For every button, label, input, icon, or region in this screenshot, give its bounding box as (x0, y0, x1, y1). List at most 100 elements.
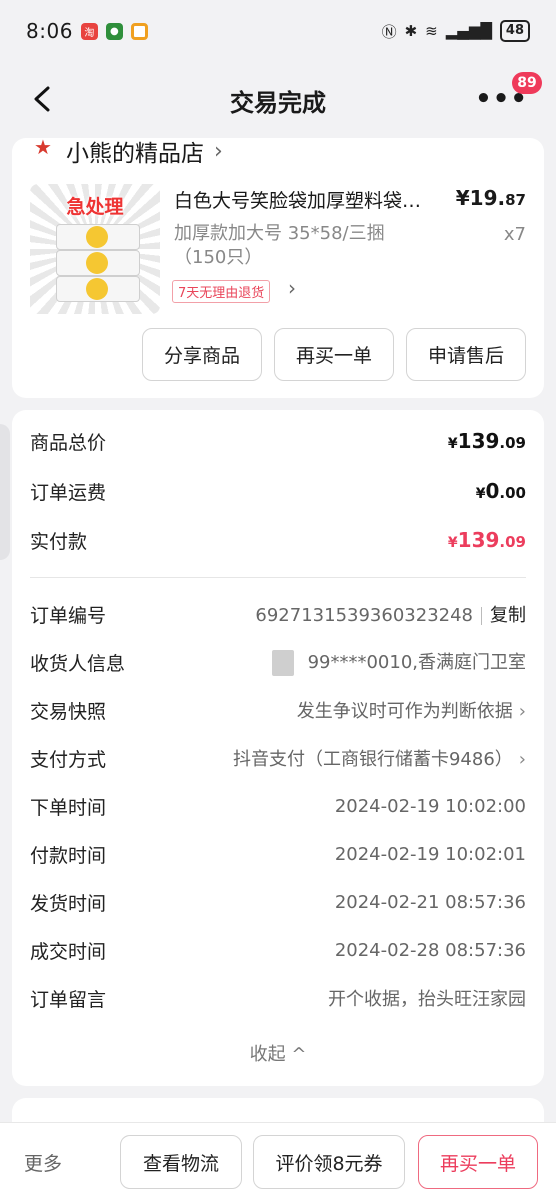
return-policy-badge[interactable]: 7天无理由退货 (172, 280, 271, 303)
deal-time-label: 成交时间 (30, 940, 107, 963)
bottom-action-bar: 更多 查看物流 评价领8元券 再买一单 (0, 1122, 556, 1200)
order-number-value: 6927131539360323248 复制 (255, 601, 526, 627)
deal-time-value: 2024-02-28 08:57:36 (334, 939, 526, 961)
ship-time-label: 发货时间 (30, 892, 107, 915)
price-main: ¥19. (455, 186, 506, 210)
payment-method-text: 抖音支付（工商银行储蓄卡9486） (232, 749, 513, 770)
status-bar: 8:06 淘 ● Ⓝ ✱ ≋ ▂▄▆█ 48 (0, 0, 556, 62)
smiley-icon (86, 252, 108, 274)
more-icon[interactable]: ••• (475, 86, 528, 112)
receiver-value: 99****0010,香满庭门卫室 (271, 648, 526, 676)
nav-bar: 交易完成 ••• 89 (0, 62, 556, 138)
order-time-label: 下单时间 (30, 796, 107, 819)
nfc-icon: Ⓝ (381, 22, 397, 41)
page-title: 交易完成 (230, 89, 326, 117)
goods-total-row: 商品总价 ¥139.09 (30, 426, 526, 456)
app-notification-icon (130, 22, 148, 40)
product-quantity: x7 (503, 224, 526, 245)
order-time-value: 2024-02-19 10:02:00 (334, 795, 526, 817)
amount-dec: .09 (499, 533, 526, 551)
snapshot-label: 交易快照 (30, 700, 107, 723)
smiley-icon (86, 278, 108, 300)
product-spec: 加厚款加大号 35*58/三捆（150只） (174, 223, 385, 268)
product-image[interactable]: 急处理 (30, 184, 160, 314)
snapshot-row[interactable]: 交易快照 发生争议时可作为判断依据 › (30, 695, 526, 725)
paid-label: 实付款 (30, 530, 88, 553)
copy-button[interactable]: 复制 (490, 605, 526, 626)
payment-method-value: 抖音支付（工商银行储蓄卡9486） › (233, 745, 526, 771)
snapshot-text: 发生争议时可作为判断依据 (296, 701, 513, 722)
currency-symbol: ¥ (447, 535, 458, 551)
order-time-row: 下单时间 2024-02-19 10:02:00 (30, 791, 526, 821)
pay-time-row: 付款时间 2024-02-19 10:02:01 (30, 839, 526, 869)
paid-row: 实付款 ¥139.09 (30, 525, 526, 555)
snapshot-value: 发生争议时可作为判断依据 › (297, 697, 526, 723)
shop-header[interactable]: ★ 小熊的精品店 › (30, 138, 223, 167)
payment-method-row[interactable]: 支付方式 抖音支付（工商银行储蓄卡9486） › (30, 743, 526, 773)
app-notification-icon: ● (105, 22, 123, 40)
after-sale-button[interactable]: 申请售后 (406, 328, 526, 381)
shipping-label: 订单运费 (30, 481, 107, 504)
pay-time-value: 2024-02-19 10:02:01 (334, 843, 526, 865)
payment-method-label: 支付方式 (30, 748, 107, 771)
chevron-right-icon: › (518, 749, 526, 770)
amount-dec: .09 (499, 434, 526, 452)
review-coupon-button[interactable]: 评价领8元券 (253, 1135, 405, 1189)
chevron-right-icon[interactable]: › (288, 276, 296, 300)
order-note-value: 开个收据，抬头旺汪家园 (328, 989, 526, 1010)
chevron-right-icon: › (214, 138, 223, 164)
notification-badge: 89 (512, 72, 542, 94)
battery-icon: 48 (499, 20, 530, 42)
amount-int: 139 (457, 528, 500, 552)
amount-int: 0 (485, 479, 500, 503)
order-number-row: 订单编号 6927131539360323248 复制 (30, 599, 526, 629)
amount-int: 139 (457, 429, 500, 453)
ship-time-row: 发货时间 2024-02-21 08:57:36 (30, 887, 526, 917)
goods-total-value: ¥139.09 (448, 429, 526, 453)
image-promo-text: 急处理 (66, 196, 124, 218)
order-info-card: 商品总价 ¥139.09 订单运费 ¥0.00 实付款 ¥139.09 订单编号… (12, 410, 544, 1086)
side-handle[interactable] (0, 424, 10, 560)
amount-dec: .00 (499, 484, 526, 502)
price-decimal: 87 (505, 191, 526, 209)
order-note-label: 订单留言 (30, 988, 107, 1011)
divider (30, 577, 526, 578)
pay-time-label: 付款时间 (30, 844, 107, 867)
shipping-value: ¥0.00 (476, 479, 526, 503)
product-title[interactable]: 白色大号笑脸袋加厚塑料袋… (174, 186, 450, 213)
product-card: ★ 小熊的精品店 › 急处理 白色大号笑脸袋加厚塑料袋… ¥19.87 加厚款加… (12, 138, 544, 398)
wifi-icon: ≋ (425, 22, 438, 40)
collapse-button[interactable]: 收起 ^ (12, 1040, 544, 1066)
product-price: ¥19.87 (456, 186, 526, 210)
separator (481, 607, 482, 625)
view-logistics-button[interactable]: 查看物流 (120, 1135, 242, 1189)
currency-symbol: ¥ (447, 436, 458, 452)
order-number-label: 订单编号 (30, 604, 107, 627)
chevron-right-icon: › (518, 701, 526, 722)
shop-name: 小熊的精品店 (66, 141, 204, 167)
goods-total-label: 商品总价 (30, 431, 107, 454)
order-note-row: 订单留言 开个收据，抬头旺汪家园 (30, 983, 526, 1013)
receiver-text: 99****0010,香满庭门卫室 (307, 652, 526, 673)
ship-time-value: 2024-02-21 08:57:36 (334, 891, 526, 913)
more-button[interactable]: 更多 (24, 1149, 62, 1176)
rebuy-button[interactable]: 再买一单 (274, 328, 394, 381)
smiley-icon (86, 226, 108, 248)
privacy-mask (271, 650, 294, 676)
signal-icon: ▂▄▆█ (445, 22, 492, 40)
share-product-button[interactable]: 分享商品 (142, 328, 262, 381)
currency-symbol: ¥ (475, 486, 486, 502)
status-left: 8:06 淘 ● (26, 19, 148, 43)
rebuy-button-bottom[interactable]: 再买一单 (418, 1135, 538, 1189)
status-time: 8:06 (26, 19, 73, 43)
deal-time-row: 成交时间 2024-02-28 08:57:36 (30, 935, 526, 965)
shop-logo-icon: ★ (34, 138, 52, 159)
receiver-label: 收货人信息 (30, 652, 126, 675)
paid-value: ¥139.09 (448, 528, 526, 552)
bluetooth-icon: ✱ (404, 22, 418, 40)
order-number: 6927131539360323248 (255, 605, 473, 626)
app-notification-icon: 淘 (80, 22, 98, 40)
shipping-row: 订单运费 ¥0.00 (30, 476, 526, 506)
receiver-row: 收货人信息 99****0010,香满庭门卫室 (30, 647, 526, 677)
status-right: Ⓝ ✱ ≋ ▂▄▆█ 48 (382, 20, 530, 42)
